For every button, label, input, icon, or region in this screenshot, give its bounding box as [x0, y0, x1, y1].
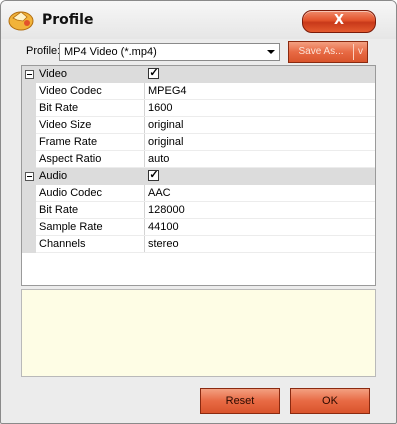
- save-as-button[interactable]: Save As... v: [288, 41, 368, 63]
- row-gutter: [22, 134, 36, 151]
- minus-icon: [27, 176, 32, 177]
- profile-select-value: MP4 Video (*.mp4): [64, 46, 157, 58]
- property-row[interactable]: Bit Rate 128000: [22, 202, 375, 219]
- row-gutter: [22, 236, 36, 253]
- column-divider: [144, 185, 145, 202]
- row-gutter: [22, 83, 36, 100]
- category-row-video[interactable]: Video ✓: [22, 66, 375, 83]
- property-value[interactable]: AAC: [148, 187, 171, 199]
- title-bar[interactable]: Profile X: [1, 1, 396, 39]
- save-as-menu-button[interactable]: v: [354, 42, 367, 62]
- property-row[interactable]: Frame Rate original: [22, 134, 375, 151]
- column-divider: [144, 151, 145, 168]
- category-row-audio[interactable]: Audio ✓: [22, 168, 375, 185]
- property-grid: Video ✓ Video Codec MPEG4 Bit Rate 1600 …: [21, 65, 376, 286]
- ok-button[interactable]: OK: [290, 388, 370, 414]
- property-value[interactable]: original: [148, 119, 183, 131]
- row-gutter: [22, 117, 36, 134]
- minus-icon: [27, 74, 32, 75]
- save-as-label: Save As...: [298, 46, 344, 57]
- property-value[interactable]: 44100: [148, 221, 179, 233]
- row-gutter: [22, 151, 36, 168]
- property-row[interactable]: Aspect Ratio auto: [22, 151, 375, 168]
- audio-enabled-checkbox[interactable]: ✓: [148, 169, 159, 181]
- row-divider: [36, 252, 375, 253]
- property-name: Sample Rate: [39, 221, 103, 233]
- property-row[interactable]: Audio Codec AAC: [22, 185, 375, 202]
- check-icon: ✓: [149, 169, 159, 181]
- check-icon: ✓: [149, 67, 159, 79]
- row-gutter: [22, 219, 36, 236]
- row-gutter: [22, 202, 36, 219]
- column-divider: [144, 100, 145, 117]
- description-panel: [21, 289, 376, 377]
- property-name: Audio Codec: [39, 187, 102, 199]
- column-divider: [144, 134, 145, 151]
- chevron-down-icon: [267, 50, 275, 54]
- property-row[interactable]: Video Codec MPEG4: [22, 83, 375, 100]
- collapse-video-toggle[interactable]: [25, 70, 34, 79]
- row-gutter: [22, 66, 36, 83]
- property-value[interactable]: MPEG4: [148, 85, 187, 97]
- property-name: Aspect Ratio: [39, 153, 102, 165]
- property-value[interactable]: 128000: [148, 204, 185, 216]
- profile-select[interactable]: MP4 Video (*.mp4): [59, 43, 280, 61]
- property-row[interactable]: Video Size original: [22, 117, 375, 134]
- column-divider: [144, 202, 145, 219]
- close-icon: X: [333, 13, 345, 28]
- column-divider: [144, 236, 145, 253]
- property-value[interactable]: stereo: [148, 238, 179, 250]
- profile-dialog: Profile X Profile: MP4 Video (*.mp4) Sav…: [0, 0, 397, 424]
- property-name: Bit Rate: [39, 204, 79, 216]
- collapse-audio-toggle[interactable]: [25, 172, 34, 181]
- window-title: Profile: [42, 12, 94, 28]
- category-label: Video: [39, 68, 67, 80]
- property-name: Video Size: [39, 119, 92, 131]
- row-gutter: [22, 168, 36, 185]
- reset-button[interactable]: Reset: [200, 388, 280, 414]
- property-name: Frame Rate: [39, 136, 98, 148]
- property-row[interactable]: Channels stereo: [22, 236, 375, 253]
- property-row[interactable]: Sample Rate 44100: [22, 219, 375, 236]
- column-divider: [144, 83, 145, 100]
- column-divider: [144, 219, 145, 236]
- property-name: Video Codec: [39, 85, 102, 97]
- close-button[interactable]: X: [302, 10, 376, 33]
- column-divider: [144, 117, 145, 134]
- property-value[interactable]: 1600: [148, 102, 172, 114]
- property-value[interactable]: original: [148, 136, 183, 148]
- property-name: Channels: [39, 238, 86, 250]
- property-name: Bit Rate: [39, 102, 79, 114]
- property-value[interactable]: auto: [148, 153, 169, 165]
- row-gutter: [22, 100, 36, 117]
- row-gutter: [22, 185, 36, 202]
- property-row[interactable]: Bit Rate 1600: [22, 100, 375, 117]
- profile-label: Profile:: [26, 45, 61, 57]
- category-label: Audio: [39, 170, 68, 182]
- app-logo-icon: [8, 11, 34, 31]
- video-enabled-checkbox[interactable]: ✓: [148, 67, 159, 79]
